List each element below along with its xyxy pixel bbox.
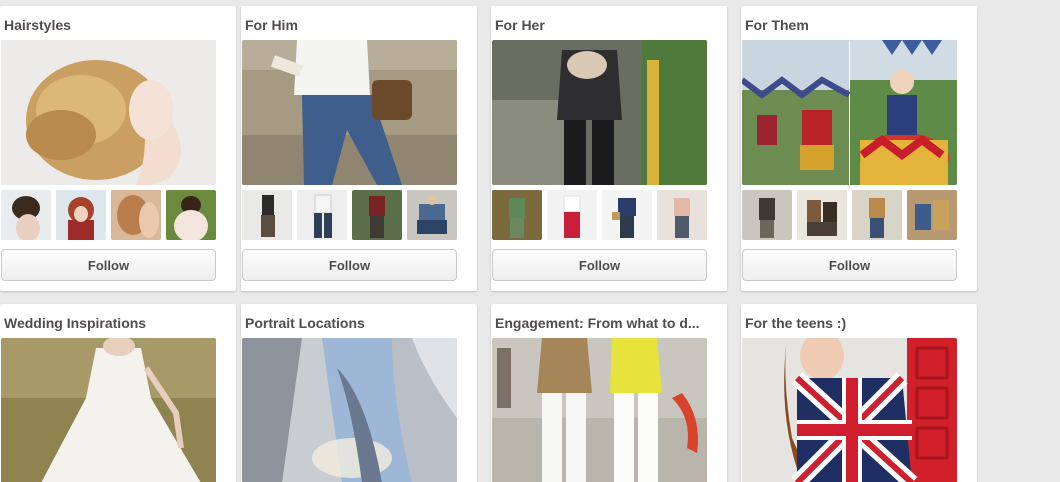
- board-title[interactable]: Hairstyles: [4, 17, 226, 33]
- board-cover-image[interactable]: [242, 40, 457, 185]
- board-card-for-him[interactable]: For Him Follow: [241, 6, 477, 291]
- board-cover-image[interactable]: [742, 338, 957, 482]
- board-thumbnails: [742, 190, 957, 241]
- board-card-for-the-teens[interactable]: For the teens :): [741, 304, 977, 482]
- board-title[interactable]: For Him: [245, 17, 467, 33]
- board-title[interactable]: For the teens :): [745, 315, 967, 331]
- board-title[interactable]: For Them: [745, 17, 967, 33]
- board-card-engagement[interactable]: Engagement: From what to d...: [491, 304, 727, 482]
- board-title[interactable]: Wedding Inspirations: [4, 315, 226, 331]
- thumbnail-image[interactable]: [492, 190, 542, 240]
- thumbnail-image[interactable]: [1, 190, 51, 240]
- thumbnail-image[interactable]: [797, 190, 847, 240]
- board-title[interactable]: Engagement: From what to d...: [495, 315, 717, 331]
- board-card-for-her[interactable]: For Her Follow: [491, 6, 727, 291]
- board-card-wedding-inspirations[interactable]: Wedding Inspirations: [0, 304, 236, 482]
- follow-button[interactable]: Follow: [1, 249, 216, 281]
- board-cover-image[interactable]: [742, 40, 957, 185]
- boards-grid: Hairstyles Follow For Him Follow For Her…: [0, 0, 1060, 482]
- thumbnail-image[interactable]: [407, 190, 457, 240]
- follow-button[interactable]: Follow: [242, 249, 457, 281]
- board-card-hairstyles[interactable]: Hairstyles Follow: [0, 6, 236, 291]
- board-card-portrait-locations[interactable]: Portrait Locations: [241, 304, 477, 482]
- board-cover-image[interactable]: [1, 338, 216, 482]
- board-thumbnails: [242, 190, 457, 241]
- thumbnail-image[interactable]: [297, 190, 347, 240]
- board-card-for-them[interactable]: For Them Follow: [741, 6, 977, 291]
- thumbnail-image[interactable]: [111, 190, 161, 240]
- thumbnail-image[interactable]: [742, 190, 792, 240]
- board-thumbnails: [492, 190, 707, 241]
- thumbnail-image[interactable]: [602, 190, 652, 240]
- board-thumbnails: [1, 190, 216, 241]
- follow-button[interactable]: Follow: [492, 249, 707, 281]
- thumbnail-image[interactable]: [852, 190, 902, 240]
- thumbnail-image[interactable]: [352, 190, 402, 240]
- thumbnail-image[interactable]: [657, 190, 707, 240]
- board-cover-image[interactable]: [492, 40, 707, 185]
- board-title[interactable]: Portrait Locations: [245, 315, 467, 331]
- board-cover-image[interactable]: [492, 338, 707, 482]
- thumbnail-image[interactable]: [242, 190, 292, 240]
- thumbnail-image[interactable]: [56, 190, 106, 240]
- board-title[interactable]: For Her: [495, 17, 717, 33]
- follow-button[interactable]: Follow: [742, 249, 957, 281]
- board-cover-image[interactable]: [242, 338, 457, 482]
- thumbnail-image[interactable]: [166, 190, 216, 240]
- thumbnail-image[interactable]: [547, 190, 597, 240]
- thumbnail-image[interactable]: [907, 190, 957, 240]
- board-cover-image[interactable]: [1, 40, 216, 185]
